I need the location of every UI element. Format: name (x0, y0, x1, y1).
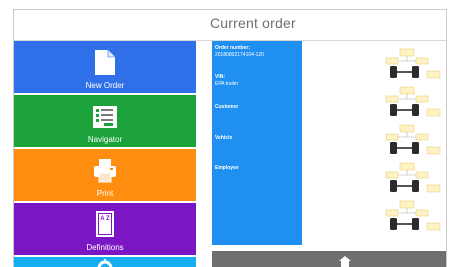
employee-label: Employee (215, 165, 239, 171)
print-tile[interactable]: Print (14, 149, 196, 201)
tire-icon (390, 104, 397, 116)
axle-label-box (399, 200, 415, 209)
header-bar: Current order (14, 10, 446, 41)
axle-bar (397, 71, 412, 73)
tire-icon (390, 142, 397, 154)
axle-label-box (399, 124, 415, 133)
navigator-label: Navigator (87, 135, 123, 144)
tire-label-box (385, 209, 399, 217)
definitions-label: Definitions (86, 243, 124, 252)
customer-label: Customer (215, 104, 239, 110)
definitions-tile[interactable]: A Z Definitions (14, 203, 196, 255)
order-number-value: 20180802174104-120 (215, 52, 264, 58)
home-icon (339, 256, 351, 267)
tire-icon (412, 218, 419, 230)
tire-value-box (426, 108, 441, 117)
definitions-icon-text: A Z (100, 216, 110, 222)
tire-value-box (426, 146, 441, 155)
tire-icon (390, 218, 397, 230)
new-order-tile[interactable]: New Order (14, 41, 196, 93)
tire-icon (412, 180, 419, 192)
home-bar[interactable] (212, 251, 446, 267)
tire-icon (390, 180, 397, 192)
tire-value-box (426, 70, 441, 79)
tire-label-box (385, 171, 399, 179)
navigator-tile[interactable]: Navigator (14, 95, 196, 147)
vehicle-label: Vehicle (215, 135, 233, 141)
tire-value-box (426, 184, 441, 193)
order-number-label: Order number: (215, 45, 251, 51)
vin-value: EPA trailer (215, 81, 239, 87)
navigator-grid-icon (93, 106, 117, 128)
tire-value-box (426, 222, 441, 231)
tire-icon (390, 66, 397, 78)
tire-icon (412, 142, 419, 154)
az-book-icon (96, 211, 114, 237)
axle-bar (397, 223, 412, 225)
tire-label-box (385, 95, 399, 103)
vin-label: VIN: (215, 74, 225, 80)
tire-icon (412, 66, 419, 78)
axle-bar (397, 109, 412, 111)
tire-label-box (415, 133, 429, 141)
tire-icon (412, 104, 419, 116)
tire-label-box (385, 57, 399, 65)
tire-label-box (415, 95, 429, 103)
tire-label-box (385, 133, 399, 141)
print-label: Print (96, 189, 114, 198)
axle-diagram-svg (385, 48, 441, 231)
order-details-panel: Order number: 20180802174104-120 VIN: EP… (212, 41, 302, 245)
axle-bar (397, 147, 412, 149)
tire-label-box (415, 57, 429, 65)
axle-bar (397, 185, 412, 187)
axle-label-box (399, 86, 415, 95)
axle-diagram (306, 41, 446, 245)
axle-label-box (399, 162, 415, 171)
printer-icon (94, 159, 116, 183)
axle-label-box (399, 48, 415, 57)
tire-label-box (415, 209, 429, 217)
document-icon (95, 50, 115, 75)
tire-label-box (415, 171, 429, 179)
new-order-label: New Order (85, 81, 125, 90)
page-title: Current order (210, 15, 296, 31)
app-window: Current order New Order Navigator Print (13, 9, 447, 267)
